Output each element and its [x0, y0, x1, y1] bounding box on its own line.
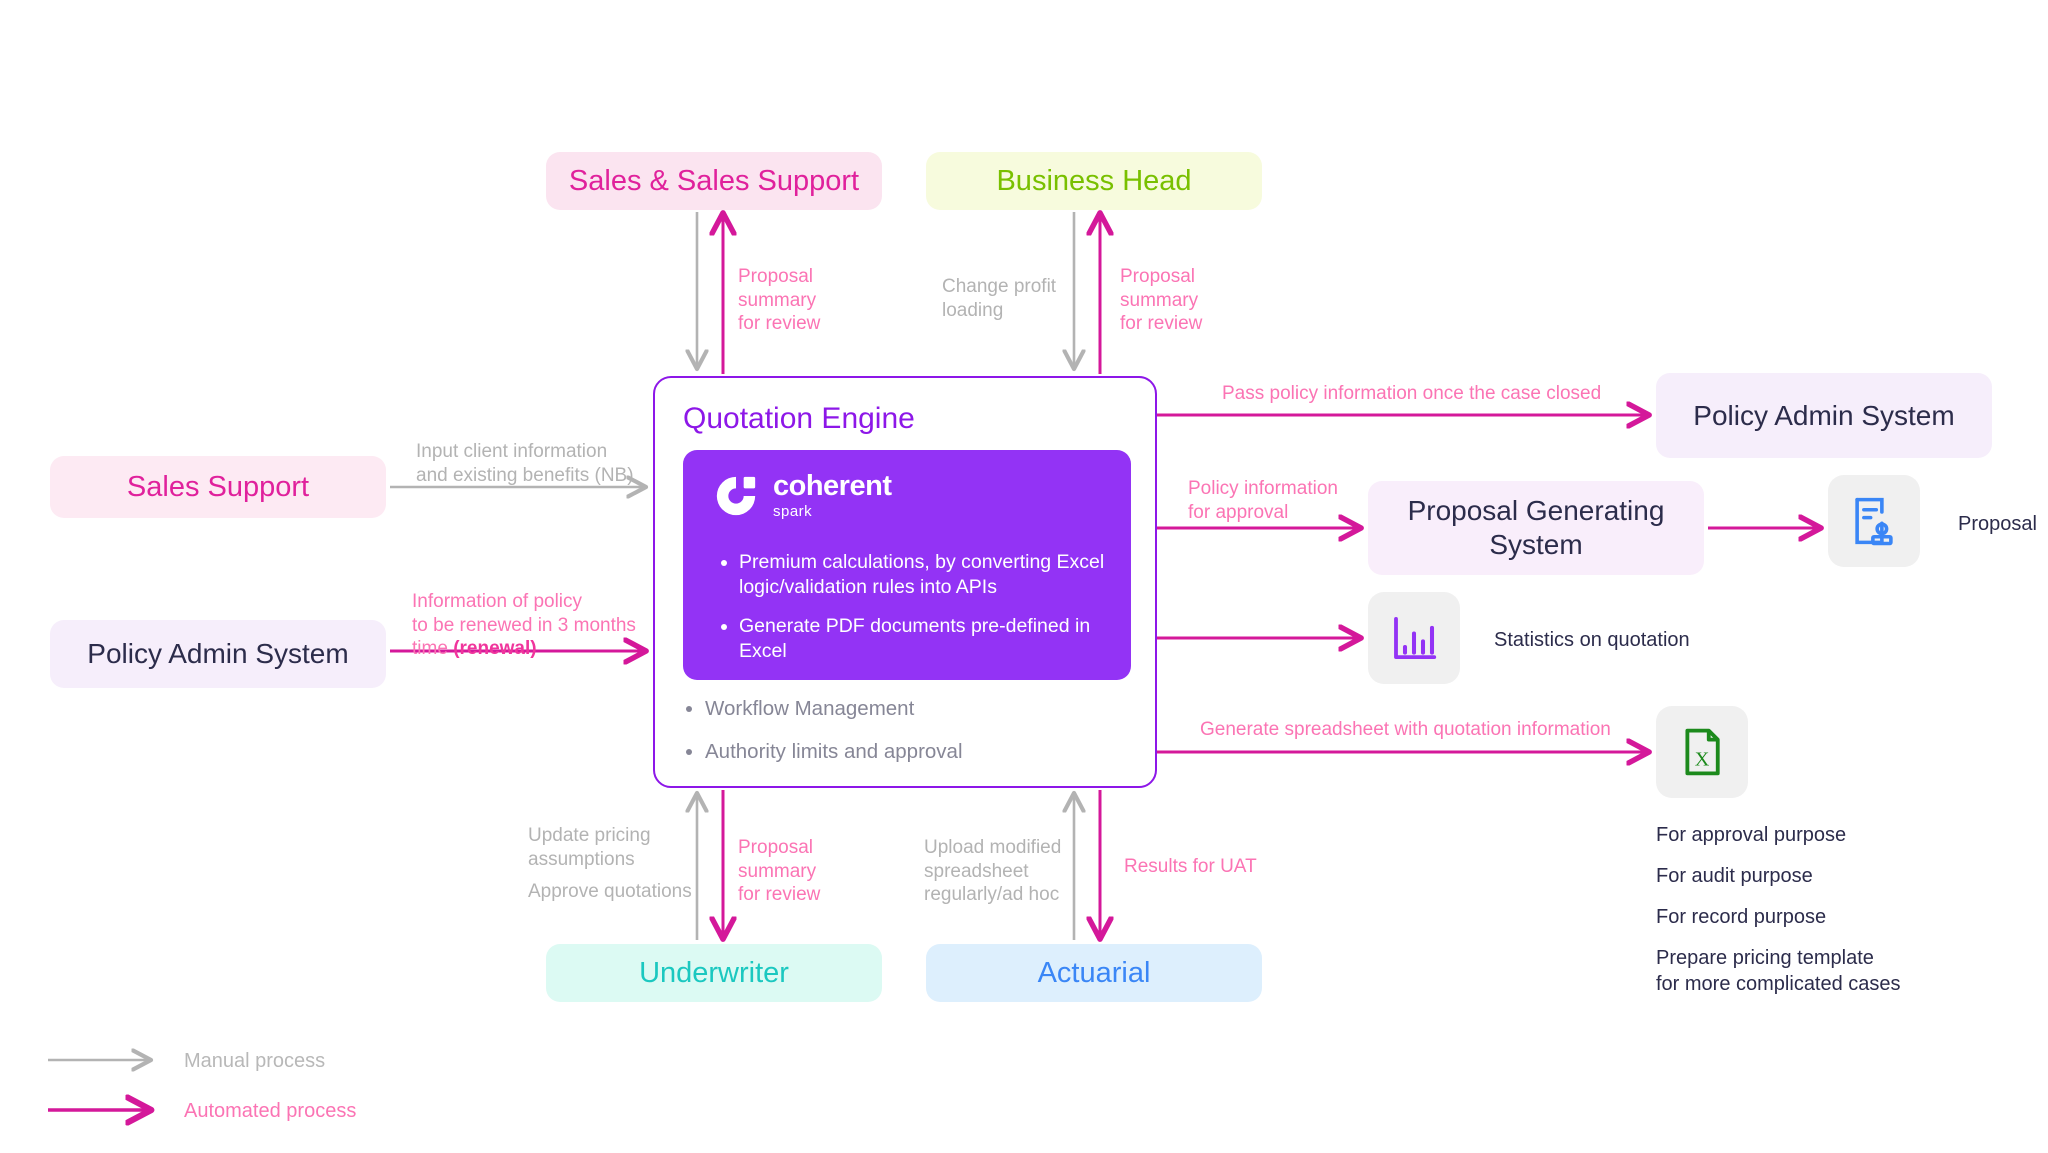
statistics-tile[interactable]	[1368, 592, 1460, 684]
label-approve-quotations: Approve quotations	[528, 881, 692, 902]
purpose-item: For record purpose	[1656, 906, 1827, 928]
label-proposal-summary-top-left: Proposal summary for review	[738, 266, 821, 335]
label-proposal-summary-bottom-left: Proposal summary for review	[738, 837, 821, 906]
quotation-engine-feature-item: Workflow Management	[705, 696, 1145, 723]
coherent-wordmark: coherent	[773, 470, 892, 502]
quotation-engine-feature-list: Workflow Management Authority limits and…	[683, 696, 1145, 781]
quotation-engine-feature-item: Authority limits and approval	[705, 739, 1145, 766]
bar-chart-icon	[1394, 616, 1437, 660]
label-update-pricing-assumptions: Update pricing assumptions	[528, 825, 651, 870]
label-renewal-information: Information of policy to be renewed in 3…	[412, 590, 636, 661]
actor-label: Actuarial	[1037, 956, 1151, 989]
coherent-logo-icon	[716, 476, 756, 515]
label-change-profit-loading: Change profit loading	[942, 276, 1057, 321]
actor-sales-support[interactable]: Sales Support	[50, 456, 386, 518]
legend-automated-label: Automated process	[184, 1099, 357, 1122]
purpose-item: Prepare pricing template for more compli…	[1656, 947, 1901, 995]
legend-row-automated: Automated process	[48, 1086, 356, 1136]
excel-file-tile[interactable]: X	[1656, 706, 1748, 798]
actor-label: Sales & Sales Support	[568, 164, 860, 197]
label-results-for-uat: Results for UAT	[1124, 856, 1257, 877]
label-renewal-line2: to be renewed in 3 months	[412, 614, 636, 636]
spark-feature-item: Generate PDF documents pre-defined in Ex…	[739, 614, 1131, 664]
proposal-document-tile[interactable]	[1828, 475, 1920, 567]
actor-policy-admin-system-left[interactable]: Policy Admin System	[50, 620, 386, 688]
quotation-engine-title: Quotation Engine	[683, 402, 915, 435]
excel-purpose-list: For approval purpose For audit purpose F…	[1656, 822, 1986, 1012]
system-policy-admin-system-right[interactable]: Policy Admin System	[1656, 373, 1992, 458]
label-renewal-bold: (renewal)	[453, 638, 537, 660]
label-proposal-summary-top-right: Proposal summary for review	[1120, 266, 1203, 335]
spark-feature-list: Premium calculations, by converting Exce…	[717, 550, 1131, 678]
system-proposal-generating-system[interactable]: Proposal Generating System	[1368, 481, 1704, 575]
actor-label: Policy Admin System	[87, 638, 349, 670]
proposal-icon-label: Proposal	[1958, 513, 2037, 535]
purpose-item: For audit purpose	[1656, 865, 1813, 887]
legend: Manual process Automated process	[48, 1036, 356, 1136]
diagram-canvas: Sales & Sales Support Business Head Sale…	[0, 0, 2048, 1153]
actor-sales-and-sales-support[interactable]: Sales & Sales Support	[546, 152, 882, 210]
legend-manual-label: Manual process	[184, 1049, 326, 1072]
coherent-spark-logo: coherent spark	[713, 470, 892, 520]
label-upload-modified-spreadsheet: Upload modified spreadsheet regularly/ad…	[924, 837, 1062, 906]
actor-label: Sales Support	[126, 470, 310, 503]
label-pass-policy-information: Pass policy information once the case cl…	[1222, 383, 1602, 404]
label-policy-information-for-approval: Policy information for approval	[1188, 478, 1338, 523]
actor-actuarial[interactable]: Actuarial	[926, 944, 1262, 1002]
legend-row-manual: Manual process	[48, 1036, 356, 1086]
system-label-line2: System	[1489, 529, 1583, 560]
actor-underwriter[interactable]: Underwriter	[546, 944, 882, 1002]
system-label-line1: Proposal Generating	[1407, 495, 1665, 527]
label-input-client-information: Input client information and existing be…	[416, 441, 634, 486]
coherent-spark-panel: coherent spark Premium calculations, by …	[683, 450, 1131, 680]
excel-file-icon: X	[1685, 728, 1720, 776]
purpose-item: For approval purpose	[1656, 824, 1847, 846]
spark-feature-item: Premium calculations, by converting Exce…	[739, 550, 1131, 600]
label-generate-spreadsheet: Generate spreadsheet with quotation info…	[1200, 719, 1611, 740]
system-label: Policy Admin System	[1693, 399, 1955, 431]
actor-label: Business Head	[996, 164, 1192, 197]
label-renewal-line3: time (renewal)	[412, 638, 537, 660]
statistics-icon-label: Statistics on quotation	[1494, 629, 1690, 651]
label-renewal-line1: Information of policy	[412, 591, 583, 612]
actor-label: Underwriter	[639, 956, 789, 989]
document-person-icon	[1855, 497, 1893, 546]
svg-text:X: X	[1695, 749, 1710, 771]
actor-business-head[interactable]: Business Head	[926, 152, 1262, 210]
quotation-engine-card[interactable]: Quotation Engine coherent spark Premium …	[653, 376, 1157, 788]
spark-subword: spark	[773, 503, 813, 520]
